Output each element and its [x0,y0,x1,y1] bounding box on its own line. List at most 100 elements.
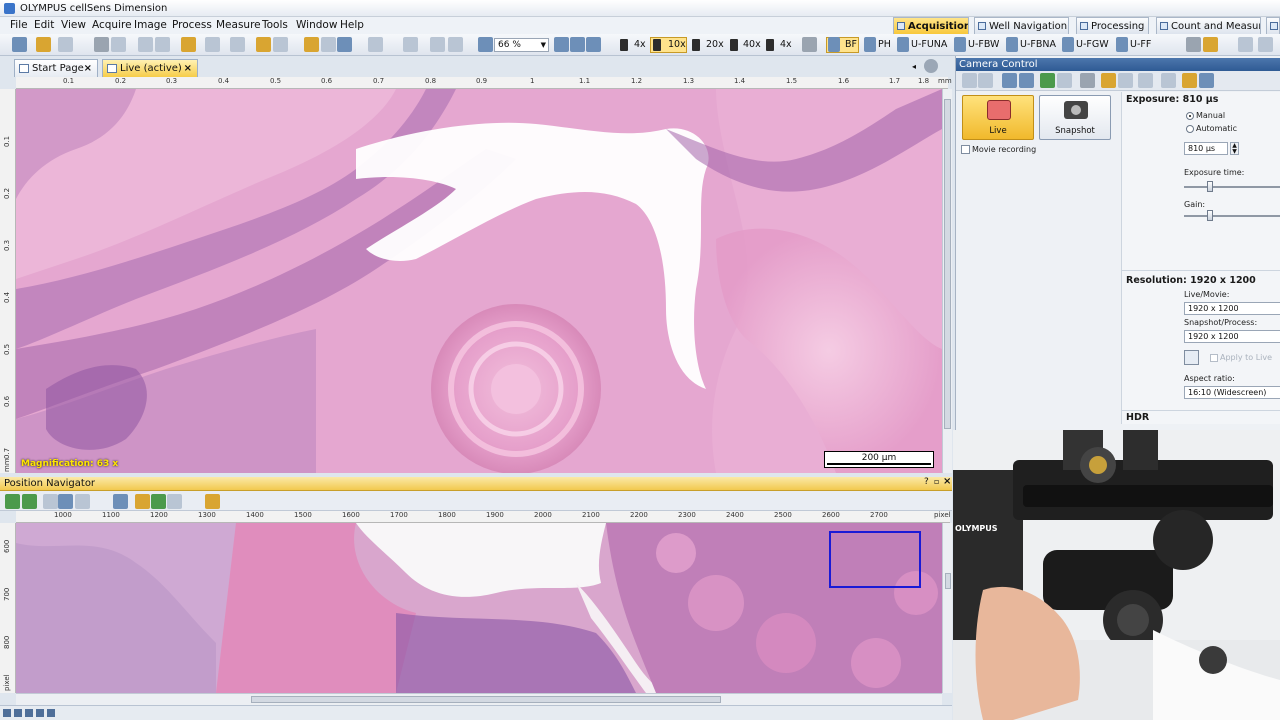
close-icon[interactable]: × [84,60,92,77]
aspect-ratio-select[interactable]: 16:10 (Widescreen) [1184,386,1280,399]
tab-start-page[interactable]: Start Page × [14,59,98,77]
display-mode-icon[interactable] [1186,37,1201,52]
camera-save-icon[interactable] [1199,73,1214,88]
menu-measure[interactable]: Measure [216,19,261,31]
camera-settings-icon[interactable] [1203,37,1218,52]
menu-view[interactable]: View [61,19,86,31]
objective-40x[interactable]: 40x [743,39,761,50]
observation-u-funa[interactable]: U-FUNA [911,39,947,50]
camera-tool-icon[interactable] [962,73,977,88]
navigator-view-icon[interactable] [58,494,73,509]
camera-export-icon[interactable] [1161,73,1176,88]
navigator-frame-icon[interactable] [75,494,90,509]
navigator-save-icon[interactable] [113,494,128,509]
gain-slider-track[interactable] [1184,215,1280,217]
menu-window[interactable]: Window [296,19,337,31]
live-movie-select[interactable]: 1920 x 1200 [1184,302,1280,315]
cancel-icon[interactable] [448,37,463,52]
observation-bf[interactable]: BF [845,39,857,50]
hdr-section[interactable]: HDR [1121,410,1280,424]
crop-icon[interactable] [1184,350,1199,365]
print-preview-icon[interactable] [111,37,126,52]
exposure-time-slider-thumb[interactable] [1207,181,1213,192]
navigator-remove-icon[interactable] [167,494,182,509]
extra-tool-icon-2[interactable] [1258,37,1273,52]
apply-to-live-checkbox[interactable] [1210,354,1218,362]
navigator-viewport-rect[interactable] [829,531,921,588]
live-button[interactable]: Live [962,95,1034,140]
pan-hand-icon[interactable] [924,59,938,73]
camera-color-icon[interactable] [1040,73,1055,88]
camera-wb-icon[interactable] [1057,73,1072,88]
pan-hand-icon[interactable] [304,37,319,52]
snapshot-process-select[interactable]: 1920 x 1200 [1184,330,1280,343]
observation-u-fgw[interactable]: U-FGW [1076,39,1109,50]
help-icon[interactable]: ? [924,477,929,487]
gain-slider-thumb[interactable] [1207,210,1213,221]
close-icon[interactable]: × [943,476,951,487]
movie-recording-checkbox[interactable] [961,145,970,154]
objective-20x[interactable]: 20x [706,39,724,50]
navigator-tool-icon[interactable] [5,494,20,509]
objective-4x[interactable]: 4x [634,39,646,50]
scroll-left-icon[interactable]: ◂ [912,62,916,71]
extra-tool-icon[interactable] [1238,37,1253,52]
menu-tools[interactable]: Tools [262,19,288,31]
status-icon[interactable] [47,709,55,717]
camera-open-icon[interactable] [1182,73,1197,88]
status-icon[interactable] [14,709,22,717]
zoom-out-icon[interactable] [478,37,493,52]
layout-tab-count-and-measure[interactable]: Count and Measure [1156,17,1261,34]
navigator-overview-image[interactable] [16,523,942,693]
crosshair-icon[interactable] [403,37,418,52]
cut-icon[interactable] [138,37,153,52]
menu-edit[interactable]: Edit [34,19,54,31]
exposure-input[interactable]: 810 µs [1184,142,1228,155]
observation-ph[interactable]: PH [878,39,891,50]
exposure-time-slider-track[interactable] [1184,186,1280,188]
zoom-in-icon[interactable] [554,37,569,52]
redo-icon[interactable] [230,37,245,52]
scroll-thumb[interactable] [251,696,721,703]
layout-tab-acquisition[interactable]: Acquisition [893,17,969,34]
live-image-view[interactable]: Magnification: 63 x 200 µm [16,89,942,473]
camera-settings-icon[interactable] [1080,73,1095,88]
undo-icon[interactable] [205,37,220,52]
observation-u-fbw[interactable]: U-FBW [968,39,999,50]
observation-u-fbna[interactable]: U-FBNA [1020,39,1056,50]
camera-tool-icon-2[interactable] [978,73,993,88]
status-icon[interactable] [25,709,33,717]
layout-tab-processing[interactable]: Processing [1076,17,1149,34]
objective-4x-second[interactable]: 4x [780,39,792,50]
navigator-snapshot-icon[interactable] [135,494,150,509]
tab-live-active[interactable]: Live (active) × [102,59,198,77]
observation-u-ff[interactable]: U-FF [1130,39,1151,50]
objective-10x[interactable]: 10x [668,39,686,50]
camera-copy-icon[interactable] [1138,73,1153,88]
scroll-thumb[interactable] [944,99,951,429]
save-icon[interactable] [58,37,73,52]
zoom-fit-icon[interactable] [570,37,585,52]
manual-radio[interactable] [1186,112,1194,120]
menu-file[interactable]: File [10,19,28,31]
status-icon[interactable] [36,709,44,717]
navigator-sync-icon[interactable] [22,494,37,509]
zoom-select-icon[interactable] [337,37,352,52]
pin-icon[interactable]: ▫ [934,477,939,486]
zoom-100-icon[interactable] [586,37,601,52]
camera-display-icon[interactable] [1002,73,1017,88]
exposure-spinner[interactable]: ▲ ▼ [1230,142,1239,155]
menu-help[interactable]: Help [340,19,364,31]
navigator-horizontal-scrollbar[interactable] [16,693,942,705]
automatic-radio[interactable] [1186,125,1194,133]
menu-image[interactable]: Image [134,19,167,31]
check-icon[interactable] [430,37,445,52]
status-icon[interactable] [3,709,11,717]
print-icon[interactable] [94,37,109,52]
layout-tab-well-navigation[interactable]: Well Navigation [974,17,1069,34]
region-icon[interactable] [368,37,383,52]
menu-process[interactable]: Process [172,19,212,31]
layout-tab-more[interactable] [1266,17,1280,34]
navigator-clear-icon[interactable] [205,494,220,509]
camera-grid-icon[interactable] [1118,73,1133,88]
